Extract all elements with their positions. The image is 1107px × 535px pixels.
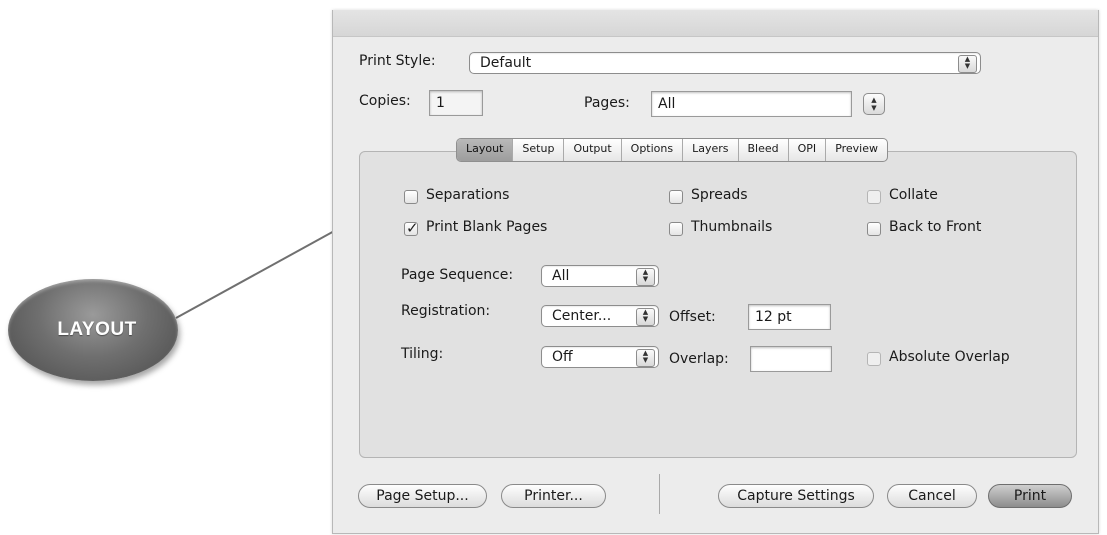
print-blank-pages-checkbox[interactable] [404,219,419,237]
layout-callout-bubble: LAYOUT [8,279,178,381]
cancel-button[interactable]: Cancel [887,484,977,508]
printer-button[interactable]: Printer... [501,484,606,508]
print-button[interactable]: Print [988,484,1072,508]
up-down-arrows-icon: ▲ ▼ [636,268,655,286]
registration-label: Registration: [401,303,491,319]
callout-label: LAYOUT [57,319,137,340]
pages-field[interactable]: All [651,91,852,117]
page-sequence-label: Page Sequence: [401,267,514,283]
print-dialog: Print Style: Default ▲ ▼ Copies: 1 Pages:… [332,10,1099,534]
tiling-popup[interactable]: Off ▲ ▼ [541,346,659,368]
spreads-checkbox[interactable] [669,190,683,204]
tab-layers[interactable]: Layers [683,139,739,161]
overlap-field[interactable] [750,346,832,372]
copies-field[interactable]: 1 [429,90,483,116]
capture-settings-button[interactable]: Capture Settings [718,484,874,508]
thumbnails-label: Thumbnails [691,219,773,235]
registration-popup[interactable]: Center... ▲ ▼ [541,305,659,327]
overlap-label: Overlap: [669,351,729,367]
tab-bleed[interactable]: Bleed [739,139,789,161]
page-sequence-value: All [552,268,570,284]
tab-setup[interactable]: Setup [513,139,565,161]
print-blank-pages-label: Print Blank Pages [426,219,548,235]
tiling-label: Tiling: [401,346,444,362]
copies-label: Copies: [359,93,411,109]
absolute-overlap-checkbox[interactable] [867,352,881,366]
print-style-popup[interactable]: Default ▲ ▼ [469,52,981,74]
dialog-titlebar [333,10,1098,37]
up-down-arrows-icon: ▲ ▼ [958,55,977,73]
pages-stepper[interactable]: ▲ ▼ [863,93,885,115]
tab-opi[interactable]: OPI [789,139,827,161]
print-style-value: Default [480,55,532,71]
back-to-front-checkbox[interactable] [867,222,881,236]
thumbnails-checkbox[interactable] [669,222,683,236]
up-down-arrows-icon: ▲ ▼ [636,308,655,326]
up-down-arrows-icon: ▲ ▼ [871,96,877,112]
tab-preview[interactable]: Preview [826,139,887,161]
page-sequence-popup[interactable]: All ▲ ▼ [541,265,659,287]
tab-output[interactable]: Output [564,139,622,161]
separations-label: Separations [426,187,510,203]
tab-options[interactable]: Options [622,139,684,161]
offset-label: Offset: [669,309,716,325]
registration-value: Center... [552,308,612,324]
absolute-overlap-label: Absolute Overlap [889,349,1010,365]
tab-layout[interactable]: Layout [457,139,514,161]
screenshot-stage: LAYOUT Print Style: Default ▲ ▼ Copies: 1… [0,0,1107,535]
collate-checkbox[interactable] [867,190,881,204]
back-to-front-label: Back to Front [889,219,982,235]
pages-label: Pages: [584,95,630,111]
offset-field[interactable]: 12 pt [748,304,831,330]
button-divider [659,474,660,514]
page-setup-button[interactable]: Page Setup... [358,484,487,508]
print-style-label: Print Style: [359,53,436,69]
spreads-label: Spreads [691,187,748,203]
up-down-arrows-icon: ▲ ▼ [636,349,655,367]
tiling-value: Off [552,349,573,365]
tab-bar: Layout Setup Output Options Layers Bleed… [456,138,889,162]
collate-label: Collate [889,187,938,203]
separations-checkbox[interactable] [404,190,418,204]
